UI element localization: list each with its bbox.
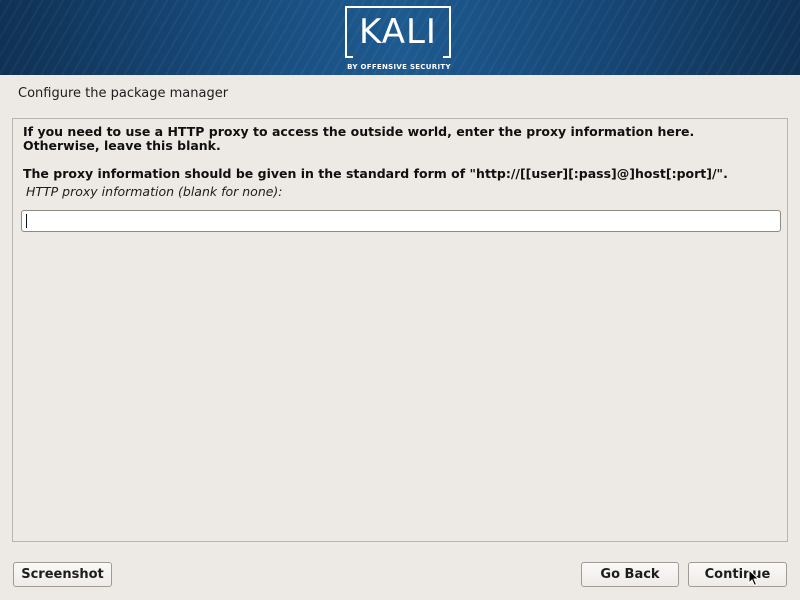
description-line-2: Otherwise, leave this blank. [23, 138, 221, 153]
screenshot-button[interactable]: Screenshot [13, 562, 112, 587]
logo-subtitle: BY OFFENSIVE SECURITY [347, 63, 451, 71]
description-line-3: The proxy information should be given in… [23, 166, 728, 181]
content-panel: If you need to use a HTTP proxy to acces… [12, 118, 788, 542]
proxy-field-label: HTTP proxy information (blank for none): [26, 184, 283, 199]
description-line-1: If you need to use a HTTP proxy to acces… [23, 124, 695, 139]
go-back-button[interactable]: Go Back [581, 562, 679, 587]
proxy-input[interactable] [21, 210, 781, 232]
page-title: Configure the package manager [18, 86, 229, 101]
kali-logo: KALI BY OFFENSIVE SECURITY [345, 6, 455, 72]
text-caret [26, 214, 27, 228]
continue-button[interactable]: Continue [688, 562, 787, 587]
logo-text: KALI [359, 12, 437, 52]
header-banner: KALI BY OFFENSIVE SECURITY [0, 0, 800, 75]
